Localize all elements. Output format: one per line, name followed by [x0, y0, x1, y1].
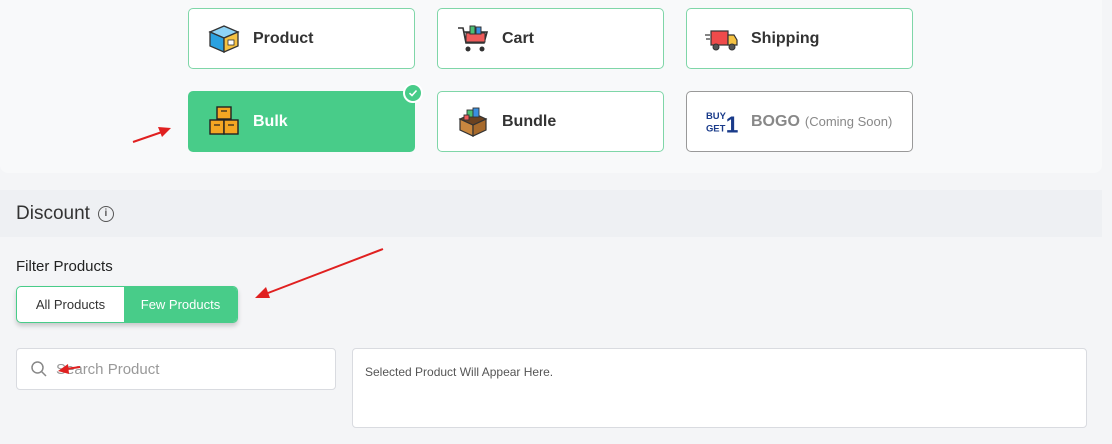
discount-title: Discount: [16, 202, 90, 224]
coming-soon-label: (Coming Soon): [804, 114, 893, 129]
type-card-bundle[interactable]: Bundle: [437, 91, 664, 152]
svg-text:BUY: BUY: [706, 111, 727, 122]
selected-products-area: Selected Product Will Appear Here.: [352, 348, 1087, 428]
info-icon[interactable]: i: [97, 205, 114, 222]
search-product-input[interactable]: [54, 359, 308, 379]
all-products-option[interactable]: All Products: [17, 287, 124, 322]
type-card-label: Shipping: [751, 29, 820, 47]
discount-type-panel: Product Cart Shipping Bulk Bundle BUY GE…: [0, 0, 1102, 173]
type-card-label: BOGO: [751, 112, 800, 130]
selected-check-icon: [403, 83, 423, 103]
type-card-shipping[interactable]: Shipping: [686, 8, 913, 69]
type-card-cart[interactable]: Cart: [437, 8, 664, 69]
search-product-field[interactable]: [16, 348, 336, 390]
svg-text:GET: GET: [706, 123, 726, 134]
cart-icon: [456, 22, 490, 56]
type-card-label: Bundle: [502, 112, 557, 130]
search-icon: [30, 360, 48, 378]
filter-products-toggle: All Products Few Products: [16, 286, 238, 323]
type-card-bogo[interactable]: BUY GET 1 BOGO (Coming Soon): [686, 91, 913, 152]
discount-section-header: Discount i: [0, 190, 1102, 237]
shipping-truck-icon: [705, 22, 739, 56]
selected-products-empty-text: Selected Product Will Appear Here.: [365, 365, 554, 379]
buy-get-1-icon: BUY GET 1: [705, 105, 739, 139]
filter-products-label: Filter Products: [16, 258, 113, 275]
type-card-label: Bulk: [253, 112, 288, 130]
bulk-boxes-icon: [207, 105, 241, 139]
svg-text:1: 1: [726, 111, 739, 137]
type-card-bulk[interactable]: Bulk: [188, 83, 423, 152]
bundle-box-icon: [456, 105, 490, 139]
few-products-option[interactable]: Few Products: [124, 287, 237, 322]
product-box-icon: [207, 22, 241, 56]
annotation-arrow-filter: [255, 248, 384, 298]
type-card-label: Cart: [502, 29, 535, 47]
type-card-product[interactable]: Product: [188, 8, 415, 69]
type-card-label: Product: [253, 29, 314, 47]
